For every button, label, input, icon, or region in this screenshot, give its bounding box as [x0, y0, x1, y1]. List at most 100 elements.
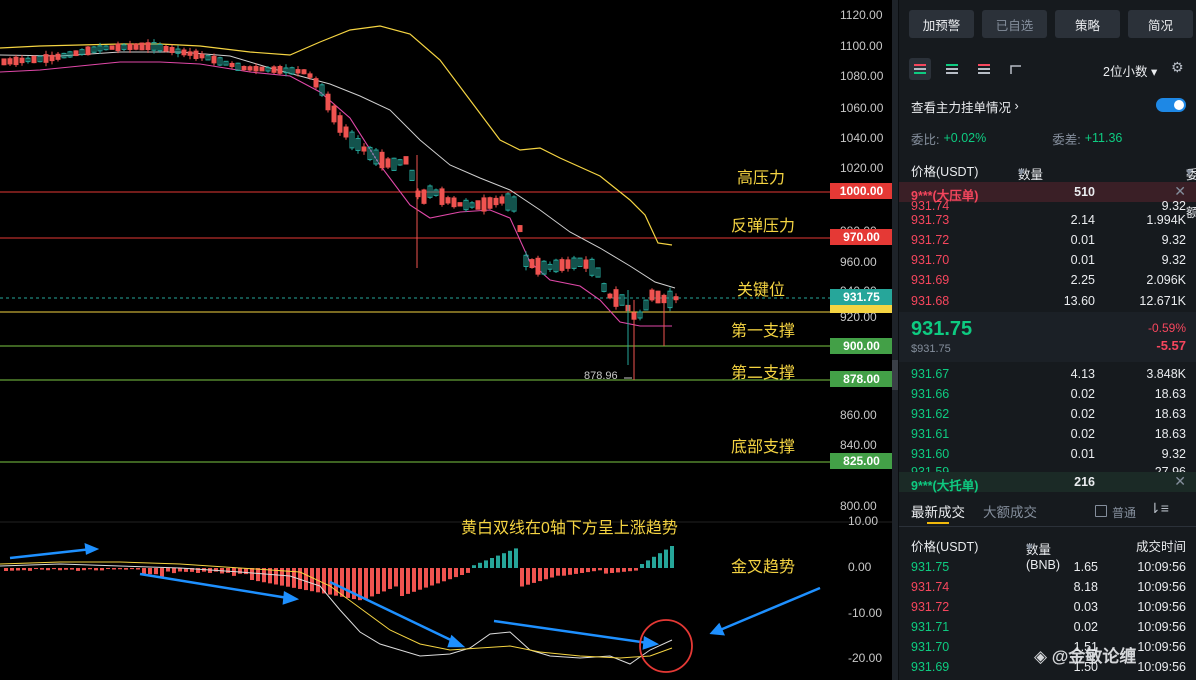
- orderbook-row[interactable]: 931.70 0.01 9.32: [899, 250, 1196, 270]
- orderbook-row[interactable]: 931.66 0.02 18.63: [899, 384, 1196, 404]
- row-qty: 0.02: [1070, 387, 1095, 401]
- view-both-icon[interactable]: [909, 58, 931, 80]
- orderbook-row[interactable]: 931.61 0.02 18.63: [899, 424, 1196, 444]
- row-price: 931.68: [911, 294, 950, 308]
- macd-bar: [448, 568, 452, 580]
- orderbook-row[interactable]: 931.73 2.14 1.994K: [899, 210, 1196, 230]
- bollinger-upper-line: [0, 25, 673, 246]
- row-qty: 0.01: [1070, 447, 1095, 461]
- trade-price: 931.72: [911, 600, 950, 614]
- trade-row: 931.74 8.18 10:09:56: [899, 577, 1196, 597]
- change-absolute: -5.57: [1156, 338, 1186, 353]
- row-total: 18.63: [1154, 427, 1186, 441]
- strategy-button[interactable]: 策略: [1055, 10, 1120, 38]
- action-buttons: 加预警 已自选 策略 简况: [909, 10, 1193, 38]
- settings-icon[interactable]: ⚙: [1171, 59, 1184, 76]
- trade-row: 931.71 0.02 10:09:56: [899, 617, 1196, 637]
- macd-bar: [112, 568, 116, 570]
- row-qty: 0.01: [1070, 253, 1095, 267]
- watchlist-button[interactable]: 已自选: [982, 10, 1047, 38]
- macd-bar: [34, 568, 38, 570]
- decimals-select[interactable]: 2位小数 ▾: [1103, 61, 1157, 80]
- macd-bar: [76, 568, 80, 571]
- candle-body: [337, 115, 343, 133]
- big-bid-value: 216: [1074, 475, 1095, 489]
- row-price: 931.72: [911, 233, 950, 247]
- decimals-value: 2位小数: [1103, 65, 1148, 79]
- macd-bar: [400, 568, 404, 596]
- row-total: 18.63: [1154, 407, 1186, 421]
- macd-bar: [520, 568, 524, 587]
- macd-bar: [538, 568, 542, 582]
- diff-value: +11.36: [1084, 131, 1123, 145]
- macd-bar: [28, 568, 32, 571]
- view-bids-icon[interactable]: [941, 58, 963, 80]
- macd-bar: [136, 568, 140, 570]
- macd-bar: [328, 568, 332, 595]
- trades-header: 价格(USDT) 数量(BNB) ▾ 成交时间: [899, 533, 1196, 572]
- normal-checkbox[interactable]: [1095, 505, 1107, 517]
- macd-bar: [58, 568, 62, 571]
- macd-bar: [88, 568, 92, 570]
- candle-body: [139, 42, 145, 51]
- overview-button[interactable]: 简况: [1128, 10, 1193, 38]
- candle-body: [655, 290, 661, 304]
- macd-bar: [4, 568, 8, 571]
- chart-area[interactable]: 1120.00 1100.00 1080.00 1060.00 1040.00 1020.…: [0, 0, 898, 680]
- macd-bar: [166, 568, 170, 572]
- chevron-right-icon: ›: [1011, 99, 1019, 113]
- low-price-label: 878.96: [584, 370, 618, 382]
- resize-handle[interactable]: [892, 360, 898, 390]
- candle-body: [109, 45, 115, 50]
- caret-down-icon: ▾: [1026, 540, 1033, 554]
- orderbook-row[interactable]: 931.68 13.60 12.671K: [899, 291, 1196, 311]
- trade-time: 10:09:56: [1137, 640, 1186, 654]
- trade-price: 931.71: [911, 620, 950, 634]
- ratio-label: 委比:: [911, 132, 940, 147]
- orderbook-row[interactable]: 931.69 2.25 2.096K: [899, 270, 1196, 290]
- orderbook-row[interactable]: 931.72 0.01 9.32: [899, 230, 1196, 250]
- tab-latest-trades[interactable]: 最新成交: [911, 501, 965, 521]
- row-qty: 13.60: [1063, 294, 1095, 308]
- macd-bar: [490, 558, 494, 568]
- watermark-text: @金敏论缠: [1051, 647, 1137, 666]
- view-asks-icon[interactable]: [973, 58, 995, 80]
- macd-bar: [514, 548, 518, 568]
- macd-bar: [562, 568, 566, 576]
- add-alert-button[interactable]: 加预警: [909, 10, 974, 38]
- row-total: 18.63: [1154, 387, 1186, 401]
- big-bid-row[interactable]: 9***(大托单) 216 ✕: [899, 472, 1196, 493]
- macd-bar: [502, 553, 506, 568]
- tab-large-trades[interactable]: 大额成交: [983, 501, 1037, 521]
- macd-bar: [670, 546, 674, 568]
- macd-axis-label: 10.00: [848, 514, 879, 528]
- trend-arrows: [9, 543, 821, 650]
- macd-bar: [148, 568, 152, 575]
- depth-icon[interactable]: [1005, 58, 1027, 80]
- candle-body: [145, 42, 151, 51]
- row-total: 1.994K: [1146, 213, 1186, 227]
- trade-qty: 8.18: [1073, 580, 1098, 594]
- close-icon[interactable]: ✕: [1174, 473, 1186, 490]
- macd-bar: [106, 568, 110, 570]
- macd-bar: [94, 568, 98, 571]
- candle-body: [481, 197, 487, 212]
- macd-bar: [382, 568, 386, 592]
- macd-bar: [250, 568, 254, 580]
- price-axis-label: 1120.00: [840, 8, 883, 22]
- macd-bar: [70, 568, 74, 570]
- candle-body: [649, 289, 655, 301]
- price-axis-label: 960.00: [840, 255, 877, 269]
- main-orders-toggle[interactable]: [1156, 98, 1186, 112]
- orderbook-row[interactable]: 931.62 0.02 18.63: [899, 404, 1196, 424]
- orderbook-row[interactable]: 931.67 4.13 3.848K: [899, 364, 1196, 384]
- macd-bar: [478, 562, 482, 568]
- main-orders-row[interactable]: 查看主力挂单情况 ›: [911, 96, 1186, 116]
- level-tag-920: [830, 305, 893, 313]
- panel-divider[interactable]: [892, 0, 898, 680]
- orderbook-row[interactable]: 931.60 0.01 9.32: [899, 444, 1196, 464]
- candle-body: [163, 45, 169, 52]
- price-axis-label: 1040.00: [840, 131, 884, 145]
- filter-icon[interactable]: ⇂≡: [1149, 500, 1169, 517]
- macd-bar: [508, 550, 512, 568]
